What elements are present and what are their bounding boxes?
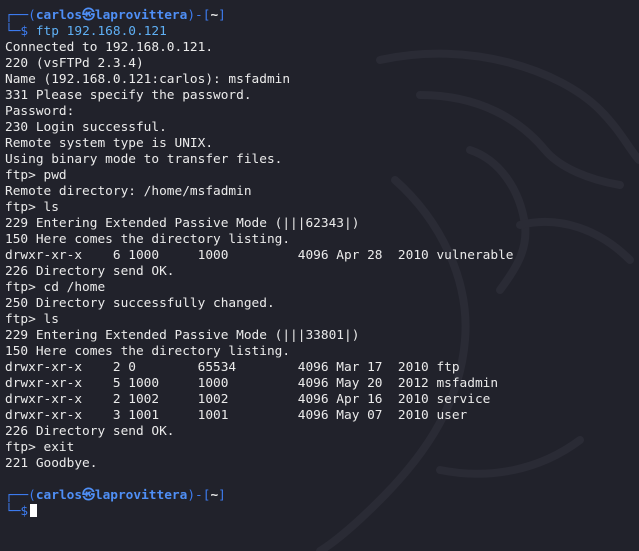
output-line: 221 Goodbye. [5,456,98,471]
output-line: ftp> exit [5,440,75,455]
output-line: ftp> pwd [5,168,67,183]
output-line: drwxr-xr-x 6 1000 1000 4096 Apr 28 2010 … [5,248,514,263]
prompt-frame: ] [218,488,226,503]
output-line: drwxr-xr-x 5 1000 1000 4096 May 20 2012 … [5,376,499,391]
text-cursor[interactable] [30,504,38,517]
output-line: 229 Entering Extended Passive Mode (|||3… [5,328,360,343]
prompt-cwd: ~ [210,8,219,23]
prompt-host: laprovittera [94,8,188,23]
output-line: 230 Login successful. [5,120,167,135]
prompt-user: carlos [35,488,83,503]
prompt-command-line[interactable]: └─$ [5,504,639,520]
output-line: Connected to 192.168.0.121. [5,40,214,55]
output-line: ftp> ls [5,312,59,327]
output-line: 229 Entering Extended Passive Mode (|||6… [5,216,360,231]
prompt-frame: └─ [5,504,21,519]
output-line: Password: [5,104,75,119]
prompt-frame: )-[ [187,8,211,23]
terminal-window[interactable]: ┌──(carlos㉿laprovittera)-[~] └─$ ftp 192… [0,0,639,551]
output-line: Remote system type is UNIX. [5,136,214,151]
output-line: ftp> cd /home [5,280,106,295]
output-line: drwxr-xr-x 3 1001 1001 4096 May 07 2010 … [5,408,468,423]
prompt-command-line: └─$ ftp 192.168.0.121 [5,24,639,40]
prompt-at-symbol: ㉿ [82,488,95,503]
output-line: 250 Directory successfully changed. [5,296,275,311]
output-line: 226 Directory send OK. [5,264,175,279]
output-line: Using binary mode to transfer files. [5,152,283,167]
prompt-frame: ] [218,8,226,23]
output-line: 150 Here comes the directory listing. [5,232,291,247]
output-line: 226 Directory send OK. [5,424,175,439]
prompt-frame: ┌──( [5,488,36,503]
prompt-dollar: $ [20,24,36,39]
prompt-header: ┌──(carlos㉿laprovittera)-[~] [5,8,639,24]
prompt-frame: └─ [5,24,21,39]
prompt-header: ┌──(carlos㉿laprovittera)-[~] [5,488,639,504]
prompt-frame: ┌──( [5,8,36,23]
output-line: 220 (vsFTPd 2.3.4) [5,56,144,71]
prompt-at-symbol: ㉿ [82,8,95,23]
prompt-cwd: ~ [210,488,219,503]
prompt-user: carlos [35,8,83,23]
entered-command: ftp 192.168.0.121 [35,24,167,39]
output-line: Remote directory: /home/msfadmin [5,184,252,199]
prompt-frame: )-[ [187,488,211,503]
output-line: drwxr-xr-x 2 1002 1002 4096 Apr 16 2010 … [5,392,491,407]
terminal-output: ┌──(carlos㉿laprovittera)-[~] └─$ ftp 192… [5,8,639,520]
prompt-dollar: $ [20,504,29,519]
output-line: drwxr-xr-x 2 0 65534 4096 Mar 17 2010 ft… [5,360,460,375]
output-line: Name (192.168.0.121:carlos): msfadmin [5,72,291,87]
output-line: ftp> ls [5,200,59,215]
output-line: 331 Please specify the password. [5,88,252,103]
output-line: 150 Here comes the directory listing. [5,344,291,359]
prompt-host: laprovittera [94,488,188,503]
